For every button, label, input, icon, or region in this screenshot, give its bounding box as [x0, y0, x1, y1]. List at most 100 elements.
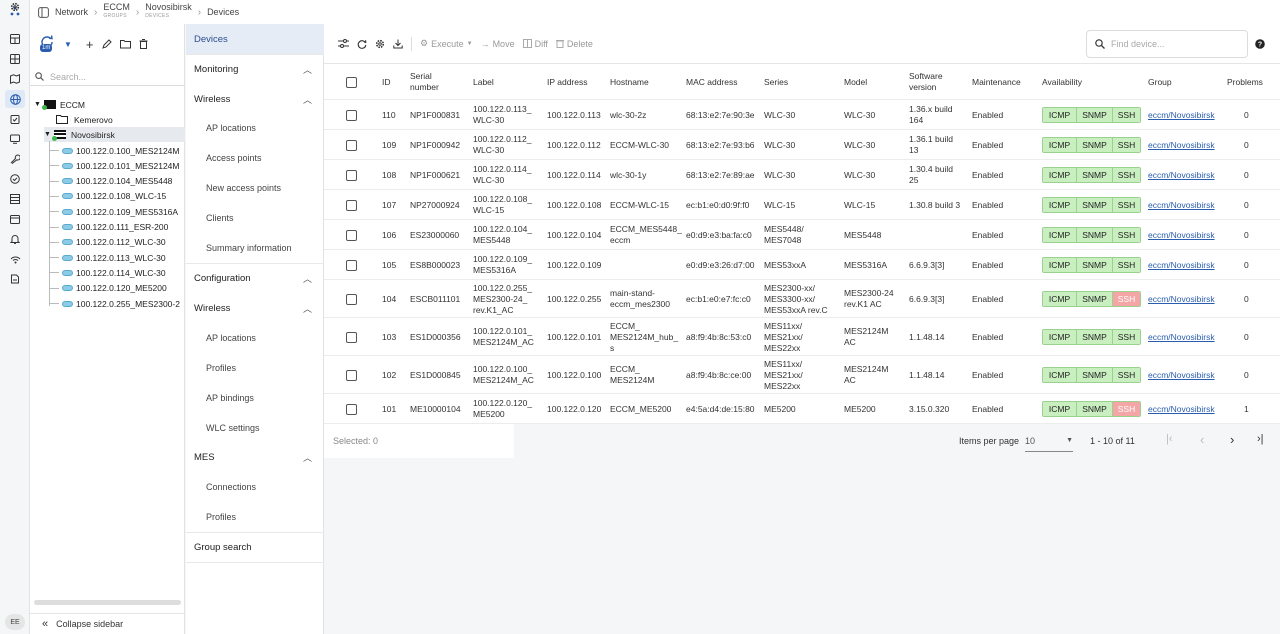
select-all-checkbox[interactable] [346, 64, 357, 100]
row-checkbox[interactable] [346, 160, 357, 190]
move-folder-icon[interactable] [119, 39, 131, 49]
menu-monitoring[interactable]: Monitoring ︿ [186, 54, 324, 84]
refresh-icon[interactable]: 1m [40, 34, 60, 54]
tree-node-root[interactable]: ▼ ECCM [34, 97, 85, 112]
column-header-id[interactable]: ID [382, 64, 391, 100]
breadcrumb-groups[interactable]: ECCM GROUPS [103, 3, 130, 21]
row-checkbox[interactable] [346, 130, 357, 160]
menu-config-item[interactable]: Profiles [186, 353, 324, 383]
menu-monitoring-wireless[interactable]: Wireless ︿ [186, 84, 324, 114]
group-link[interactable]: eccm/Novosibirsk [1148, 170, 1215, 181]
menu-monitoring-item[interactable]: Clients [186, 203, 324, 233]
table-row[interactable]: 109 NP1F000942 100.122.0.112_ WLC-30 100.122… [324, 130, 1280, 160]
network-panel-icon[interactable] [38, 6, 49, 18]
trash-icon[interactable] [139, 39, 148, 49]
grid-icon[interactable] [8, 52, 22, 66]
group-link[interactable]: eccm/Novosibirsk [1148, 110, 1215, 121]
tree-device-item[interactable]: 100.122.0.111_ESR-200 [49, 220, 168, 235]
wrench-icon[interactable] [8, 152, 22, 166]
next-page-icon[interactable]: › [1230, 432, 1234, 447]
tree-device-item[interactable]: 100.122.0.113_WLC-30 [49, 250, 166, 265]
table-row[interactable]: 105 ES8B000023 100.122.0.109_ MES5316A 100.1… [324, 250, 1280, 280]
column-header-label[interactable]: Label [473, 64, 494, 100]
tree-device-item[interactable]: 100.122.0.112_WLC-30 [49, 235, 166, 250]
tree-device-item[interactable]: 100.122.0.108_WLC-15 [49, 189, 166, 204]
column-header-problems[interactable]: Problems [1227, 64, 1263, 100]
menu-config-wireless[interactable]: Wireless ︿ [186, 293, 324, 323]
tree-device-item[interactable]: 100.122.0.109_MES5316A [49, 204, 178, 219]
group-link[interactable]: eccm/Novosibirsk [1148, 404, 1215, 415]
table-row[interactable]: 101 ME10000104 100.122.0.120_ ME5200 100.122… [324, 394, 1280, 424]
items-per-page-select[interactable]: 10 ▼ [1025, 430, 1073, 452]
first-page-icon[interactable]: |‹ [1166, 433, 1173, 445]
column-header-availability[interactable]: Availability [1042, 64, 1082, 100]
table-row[interactable]: 102 ES1D000845 100.122.0.100_ MES2124M_AC 10… [324, 356, 1280, 394]
row-checkbox[interactable] [346, 280, 357, 318]
refresh-icon[interactable] [357, 39, 367, 49]
tree-device-item[interactable]: 100.122.0.100_MES2124M [49, 143, 180, 158]
database-icon[interactable] [8, 272, 22, 286]
menu-config-item[interactable]: AP bindings [186, 383, 324, 413]
settings-icon[interactable] [8, 0, 22, 14]
table-row[interactable]: 104 ESCB011101 100.122.0.255_ MES2300-24_ re… [324, 280, 1280, 318]
move-button[interactable]: → Move [481, 39, 515, 49]
group-link[interactable]: eccm/Novosibirsk [1148, 230, 1215, 241]
add-icon[interactable]: + [86, 37, 94, 52]
column-header-series[interactable]: Series [764, 64, 788, 100]
column-header-hostname[interactable]: Hostname [610, 64, 649, 100]
find-device-input[interactable]: Find device... [1086, 30, 1248, 58]
dashboard-icon[interactable] [8, 32, 22, 46]
group-link[interactable]: eccm/Novosibirsk [1148, 332, 1215, 343]
tree-node-novosibirsk[interactable]: ▼ Novosibirsk [44, 127, 185, 142]
menu-mes-item[interactable]: Connections [186, 472, 324, 502]
table-row[interactable]: 110 NP1F000831 100.122.0.113_ WLC-30 100.122… [324, 100, 1280, 130]
menu-monitoring-item[interactable]: Summary information [186, 233, 324, 263]
row-checkbox[interactable] [346, 318, 357, 356]
column-header-model[interactable]: Model [844, 64, 867, 100]
column-header-group[interactable]: Group [1148, 64, 1172, 100]
group-link[interactable]: eccm/Novosibirsk [1148, 140, 1215, 151]
column-header-software[interactable]: Software version [909, 64, 943, 100]
prev-page-icon[interactable]: ‹ [1200, 432, 1204, 447]
tree-scrollbar[interactable] [34, 600, 181, 605]
group-link[interactable]: eccm/Novosibirsk [1148, 260, 1215, 271]
tree-device-item[interactable]: 100.122.0.104_MES5448 [49, 174, 172, 189]
map-icon[interactable] [8, 72, 22, 86]
menu-config-item[interactable]: WLC settings [186, 413, 324, 443]
menu-group-search[interactable]: Group search [186, 532, 324, 562]
column-header-maintenance[interactable]: Maintenance [972, 64, 1021, 100]
execute-button[interactable]: ⚙ Execute ▼ [420, 38, 473, 49]
menu-configuration[interactable]: Configuration ︿ [186, 263, 324, 293]
table-row[interactable]: 107 NP27000924 100.122.0.108_ WLC-15 100.122… [324, 190, 1280, 220]
download-icon[interactable] [393, 39, 403, 49]
table-row[interactable]: 106 ES23000060 100.122.0.104_ MES5448 100.12… [324, 220, 1280, 250]
group-link[interactable]: eccm/Novosibirsk [1148, 200, 1215, 211]
row-checkbox[interactable] [346, 190, 357, 220]
tree-device-item[interactable]: 100.122.0.101_MES2124M [49, 158, 180, 173]
tree-device-item[interactable]: 100.122.0.114_WLC-30 [49, 265, 166, 280]
help-icon[interactable]: ? [1255, 39, 1265, 49]
globe-icon[interactable] [5, 90, 25, 108]
table-row[interactable]: 108 NP1F000621 100.122.0.114_ WLC-30 100.122… [324, 160, 1280, 190]
menu-devices[interactable]: Devices [186, 24, 324, 54]
row-checkbox[interactable] [346, 356, 357, 394]
group-link[interactable]: eccm/Novosibirsk [1148, 294, 1215, 305]
row-checkbox[interactable] [346, 220, 357, 250]
menu-monitoring-item[interactable]: Access points [186, 143, 324, 173]
collapse-sidebar-button[interactable]: « Collapse sidebar [30, 613, 185, 634]
breadcrumb-devices[interactable]: Novosibirsk DEVICES [145, 3, 192, 21]
monitor-icon[interactable] [8, 132, 22, 146]
menu-config-item[interactable]: AP locations [186, 323, 324, 353]
last-page-icon[interactable]: ›| [1257, 433, 1264, 445]
menu-monitoring-item[interactable]: New access points [186, 173, 324, 203]
table-icon[interactable] [8, 192, 22, 206]
group-link[interactable]: eccm/Novosibirsk [1148, 370, 1215, 381]
bell-icon[interactable] [8, 232, 22, 246]
menu-monitoring-item[interactable]: AP locations [186, 113, 324, 143]
column-header-mac[interactable]: MAC address [686, 64, 738, 100]
row-checkbox[interactable] [346, 394, 357, 424]
menu-mes-item[interactable]: Profiles [186, 502, 324, 532]
tree-device-item[interactable]: 100.122.0.255_MES2300-2 [49, 296, 180, 311]
settings-icon[interactable] [375, 39, 385, 49]
table-row[interactable]: 103 ES1D000356 100.122.0.101_ MES2124M_AC 10… [324, 318, 1280, 356]
